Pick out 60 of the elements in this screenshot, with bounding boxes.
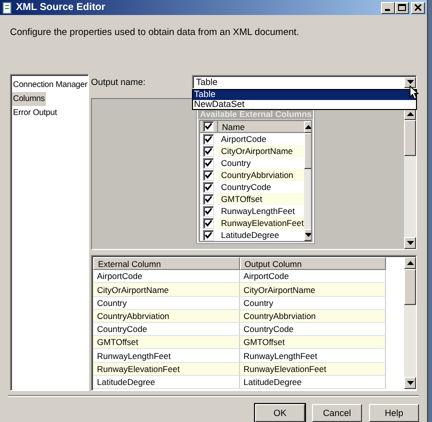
table-cell: CityOrAirportName: [93, 283, 240, 297]
checkbox[interactable]: [203, 170, 214, 181]
maximize-button[interactable]: [395, 2, 409, 14]
nav-item[interactable]: Connection Manager: [12, 78, 88, 92]
dialog-button[interactable]: OK: [255, 404, 305, 422]
scrollbar[interactable]: [304, 121, 311, 241]
column-header[interactable]: External Column: [93, 257, 240, 270]
column-name: RunwayElevationFeet: [217, 217, 304, 230]
checkbox[interactable]: [203, 182, 214, 193]
checkbox[interactable]: [203, 134, 214, 145]
caret-icon: [406, 80, 414, 84]
panel-title: Available External Columns: [198, 109, 313, 119]
scroll-up-icon[interactable]: [304, 125, 311, 129]
dropdown-option[interactable]: Table: [193, 90, 416, 100]
checkbox[interactable]: [203, 194, 214, 205]
column-name: GMTOffset: [217, 193, 304, 206]
document-icon: [2, 2, 13, 14]
nav-item[interactable]: Columns: [12, 92, 46, 106]
table-cell: CityOrAirportName: [240, 283, 386, 297]
checkbox[interactable]: [203, 206, 214, 217]
description-text: Configure the properties used to obtain data from an XML document.: [10, 27, 300, 38]
table-cell: RunwayElevationFeet: [240, 362, 386, 376]
nav-item[interactable]: Error Output: [12, 106, 58, 120]
output-name-dropdown[interactable]: Table: [192, 75, 417, 89]
checkbox[interactable]: [203, 158, 214, 169]
checkbox[interactable]: [203, 230, 214, 241]
scrollbar[interactable]: [404, 257, 416, 389]
scroll-down-icon[interactable]: [406, 241, 414, 245]
scroll-up-icon[interactable]: [406, 261, 414, 265]
column-header[interactable]: Output Column: [240, 257, 386, 270]
checkbox[interactable]: [203, 146, 214, 157]
table-cell: RunwayElevationFeet: [93, 362, 240, 376]
dropdown-option[interactable]: NewDataSet: [193, 100, 416, 109]
checkbox[interactable]: [203, 121, 214, 132]
close-button[interactable]: [411, 2, 425, 14]
column-name: Country: [220, 157, 252, 170]
column-name: CountryAbbrviation: [217, 169, 304, 182]
window-title: XML Source Editor: [16, 2, 106, 14]
maximize-icon: [398, 4, 406, 12]
scroll-down-icon[interactable]: [406, 381, 414, 385]
column-name: CountryCode: [220, 181, 272, 194]
scroll-down-icon[interactable]: [304, 233, 311, 237]
checkbox[interactable]: [203, 218, 214, 229]
minimize-button[interactable]: [381, 2, 395, 14]
table-cell: GMTOffset: [240, 336, 386, 350]
close-icon: [414, 4, 422, 12]
table-cell: CountryAbbrviation: [240, 310, 386, 324]
column-name: AirportCode: [220, 133, 268, 146]
scrollbar[interactable]: [404, 108, 416, 249]
dialog-button[interactable]: Help: [369, 404, 419, 422]
column-name: LatitudeDegree: [220, 229, 280, 241]
field-label: Output name:: [91, 77, 147, 87]
column-name: CityOrAirportName: [217, 145, 304, 158]
table-cell: LatitudeDegree: [240, 376, 386, 390]
dialog-button[interactable]: Cancel: [312, 404, 362, 422]
table-cell: CountryAbbrviation: [93, 310, 240, 324]
table-cell: LatitudeDegree: [93, 376, 240, 390]
scroll-up-icon[interactable]: [406, 112, 414, 116]
table-cell: GMTOffset: [93, 336, 240, 350]
column-name: RunwayLengthFeet: [220, 205, 296, 218]
